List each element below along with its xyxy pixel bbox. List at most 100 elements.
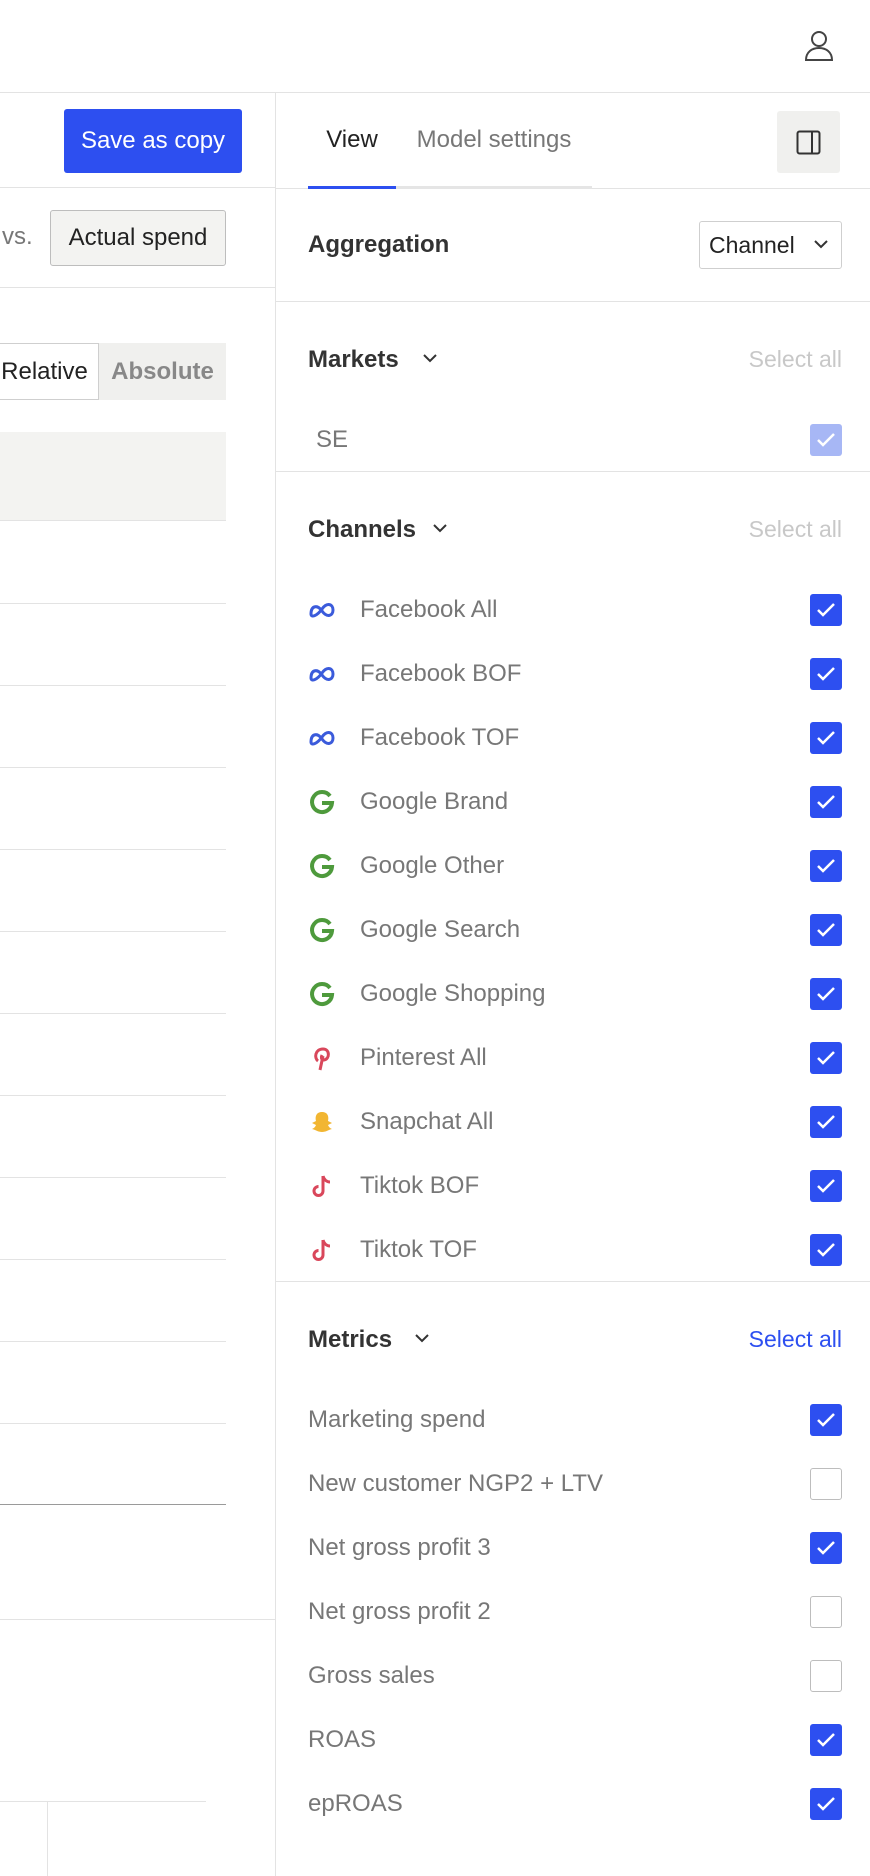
actual-spend-button[interactable]: Actual spend bbox=[50, 210, 226, 266]
channel-checkbox[interactable] bbox=[810, 1106, 842, 1138]
metric-label: ROAS bbox=[308, 1726, 377, 1753]
table-row bbox=[0, 1423, 226, 1424]
channel-label: Google Shopping bbox=[360, 980, 546, 1007]
user-icon[interactable] bbox=[802, 28, 836, 62]
list-item: Net gross profit 2 bbox=[276, 1580, 870, 1644]
list-item: New customer NGP2 + LTV bbox=[276, 1452, 870, 1516]
markets-select-all[interactable]: Select all bbox=[749, 346, 842, 373]
toggle-panel-button[interactable] bbox=[777, 111, 840, 173]
channel-label: Tiktok BOF bbox=[360, 1172, 480, 1199]
channel-label: Tiktok TOF bbox=[360, 1236, 477, 1263]
metric-checkbox[interactable] bbox=[810, 1596, 842, 1628]
table-row bbox=[0, 603, 226, 604]
table-row bbox=[0, 1341, 226, 1342]
tiktok-icon bbox=[312, 1239, 331, 1261]
market-checkbox[interactable] bbox=[810, 424, 842, 456]
tab-view[interactable]: View bbox=[308, 93, 396, 189]
check-icon bbox=[817, 731, 835, 745]
meta-icon bbox=[309, 603, 335, 618]
channel-checkbox[interactable] bbox=[810, 658, 842, 690]
metric-label: Marketing spend bbox=[308, 1406, 486, 1433]
aggregation-value: Channel bbox=[709, 232, 795, 258]
absolute-option[interactable]: Absolute bbox=[99, 343, 226, 400]
aggregation-row: Aggregation Channel bbox=[276, 189, 870, 302]
metric-checkbox[interactable] bbox=[810, 1724, 842, 1756]
action-row: Save as copy bbox=[0, 93, 275, 188]
market-label: SE bbox=[316, 426, 349, 453]
list-item: Net gross profit 3 bbox=[276, 1516, 870, 1580]
channel-label: Facebook TOF bbox=[360, 724, 520, 751]
channel-checkbox[interactable] bbox=[810, 1170, 842, 1202]
table-row bbox=[0, 849, 226, 850]
google-icon bbox=[310, 918, 335, 943]
table-header bbox=[0, 432, 226, 521]
list-item: SE bbox=[276, 408, 870, 472]
check-icon bbox=[817, 1179, 835, 1193]
channel-checkbox[interactable] bbox=[810, 1234, 842, 1266]
check-icon bbox=[817, 923, 835, 937]
aggregation-label: Aggregation bbox=[308, 231, 450, 258]
check-icon bbox=[817, 1115, 835, 1129]
check-icon bbox=[817, 603, 835, 617]
relative-option[interactable]: Relative bbox=[0, 343, 99, 400]
check-icon bbox=[817, 795, 835, 809]
channel-checkbox[interactable] bbox=[810, 850, 842, 882]
table-row bbox=[0, 1177, 226, 1178]
channel-label: Facebook BOF bbox=[360, 660, 522, 687]
settings-panel: View Model settings Aggregation Channel … bbox=[276, 93, 870, 1876]
chart-axis bbox=[47, 1801, 48, 1876]
metric-checkbox[interactable] bbox=[810, 1788, 842, 1820]
list-item: Google Shopping bbox=[276, 962, 870, 1026]
channels-select-all[interactable]: Select all bbox=[749, 516, 842, 543]
metric-label: Net gross profit 3 bbox=[308, 1534, 491, 1561]
channel-checkbox[interactable] bbox=[810, 594, 842, 626]
list-item: Snapchat All bbox=[276, 1090, 870, 1154]
check-icon bbox=[817, 1051, 835, 1065]
channel-checkbox[interactable] bbox=[810, 722, 842, 754]
metric-checkbox[interactable] bbox=[810, 1468, 842, 1500]
channels-section: Channels Select all Facebook All Faceboo… bbox=[276, 472, 870, 1282]
metric-checkbox[interactable] bbox=[810, 1532, 842, 1564]
check-icon bbox=[817, 859, 835, 873]
relative-absolute-toggle: Relative Absolute bbox=[0, 343, 226, 400]
chevron-down-icon[interactable] bbox=[422, 352, 438, 364]
metric-checkbox[interactable] bbox=[810, 1404, 842, 1436]
channel-checkbox[interactable] bbox=[810, 914, 842, 946]
tab-model-settings[interactable]: Model settings bbox=[396, 93, 592, 189]
markets-section: Markets Select all SE bbox=[276, 302, 870, 472]
metrics-select-all[interactable]: Select all bbox=[749, 1326, 842, 1353]
list-item: Facebook TOF bbox=[276, 706, 870, 770]
channel-label: Google Other bbox=[360, 852, 505, 879]
channel-checkbox[interactable] bbox=[810, 786, 842, 818]
channel-label: Google Brand bbox=[360, 788, 509, 815]
channel-label: Snapchat All bbox=[360, 1108, 494, 1135]
channel-label: Google Search bbox=[360, 916, 521, 943]
save-as-copy-button[interactable]: Save as copy bbox=[64, 109, 242, 173]
tiktok-icon bbox=[312, 1175, 331, 1197]
table-row bbox=[0, 1013, 226, 1014]
metric-label: Net gross profit 2 bbox=[308, 1598, 491, 1625]
chart-divider bbox=[0, 1801, 206, 1802]
google-icon bbox=[310, 790, 335, 815]
google-icon bbox=[310, 854, 335, 879]
chevron-down-icon[interactable] bbox=[414, 1332, 430, 1344]
table-row bbox=[0, 1259, 226, 1260]
check-icon bbox=[817, 433, 835, 447]
channel-checkbox[interactable] bbox=[810, 1042, 842, 1074]
channel-label: Pinterest All bbox=[360, 1044, 487, 1071]
markets-title: Markets bbox=[308, 346, 399, 373]
list-item: Facebook All bbox=[276, 578, 870, 642]
check-icon bbox=[817, 667, 835, 681]
table-row bbox=[0, 1095, 226, 1096]
chevron-down-icon[interactable] bbox=[432, 522, 448, 534]
aggregation-select[interactable]: Channel bbox=[699, 221, 842, 269]
check-icon bbox=[817, 1733, 835, 1747]
metric-checkbox[interactable] bbox=[810, 1660, 842, 1692]
chevron-down-icon bbox=[814, 240, 828, 249]
channel-checkbox[interactable] bbox=[810, 978, 842, 1010]
top-bar bbox=[0, 0, 870, 93]
main-content: Save as copy vs. Actual spend Relative A… bbox=[0, 93, 276, 1876]
vs-label: vs. bbox=[2, 223, 33, 250]
check-icon bbox=[817, 1797, 835, 1811]
channel-label: Facebook All bbox=[360, 596, 498, 623]
